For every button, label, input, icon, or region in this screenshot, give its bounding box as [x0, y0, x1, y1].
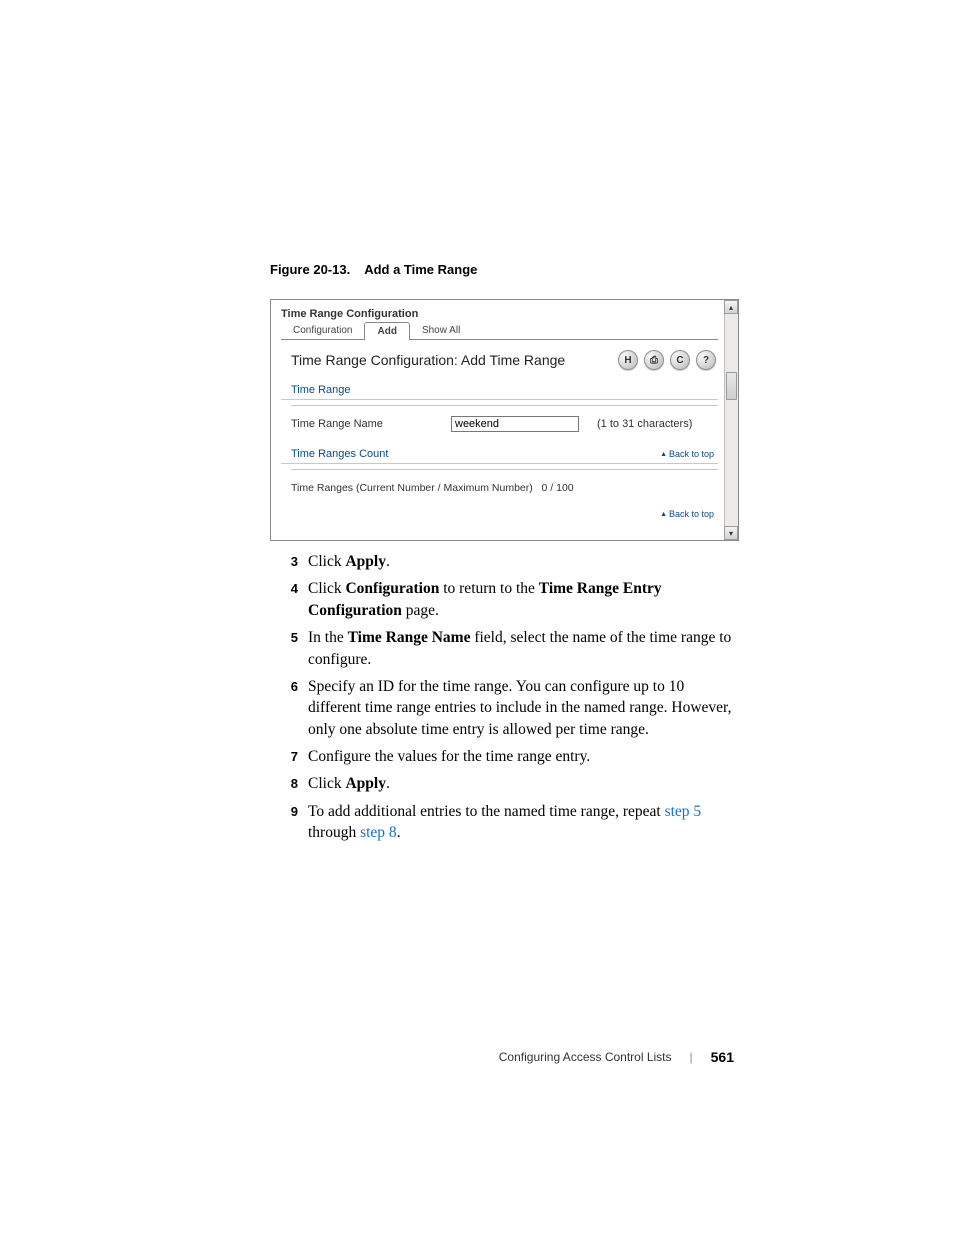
back-to-top-link[interactable]: Back to top [660, 449, 714, 459]
step-8: 8 Click Apply. [270, 773, 734, 794]
tab-show-all[interactable]: Show All [410, 322, 472, 340]
step-4: 4 Click Configuration to return to the T… [270, 578, 734, 621]
panel-title: Time Range Configuration: Add Time Range [291, 352, 565, 368]
section-count: Time Ranges Count [291, 448, 388, 460]
refresh-icon[interactable]: C [670, 350, 690, 370]
save-icon[interactable]: H [618, 350, 638, 370]
step-6: 6 Specify an ID for the time range. You … [270, 676, 734, 740]
webui-screenshot: ▴ ▾ Time Range Configuration Configurati… [270, 299, 739, 541]
print-icon[interactable]: ⎙ [644, 350, 664, 370]
link-step-8[interactable]: step 8 [360, 824, 397, 841]
tab-configuration[interactable]: Configuration [281, 322, 364, 340]
timerange-name-hint: (1 to 31 characters) [597, 418, 692, 430]
footer-page-number: 561 [711, 1049, 734, 1065]
figure-title: Add a Time Range [364, 262, 477, 277]
tab-strip: Configuration Add Show All [281, 322, 718, 340]
step-9: 9 To add additional entries to the named… [270, 801, 734, 844]
link-step-5[interactable]: step 5 [665, 803, 702, 820]
count-value: 0 / 100 [542, 482, 574, 494]
scroll-down-button[interactable]: ▾ [724, 526, 738, 540]
help-icon[interactable]: ? [696, 350, 716, 370]
step-7: 7 Configure the values for the time rang… [270, 746, 734, 767]
figure-label: Figure 20-13. [270, 262, 350, 277]
tab-add[interactable]: Add [364, 322, 409, 340]
footer-chapter: Configuring Access Control Lists [499, 1050, 672, 1064]
step-5: 5 In the Time Range Name field, select t… [270, 627, 734, 670]
section-time-range: Time Range [281, 384, 718, 400]
back-to-top-link-2[interactable]: Back to top [660, 509, 714, 519]
page-header: Time Range Configuration [281, 308, 718, 320]
timerange-name-label: Time Range Name [291, 418, 451, 430]
page-footer: Configuring Access Control Lists | 561 [499, 1049, 734, 1065]
procedure-steps: 3 Click Apply. 4 Click Configuration to … [270, 551, 734, 844]
count-label: Time Ranges (Current Number / Maximum Nu… [291, 482, 533, 494]
figure-caption: Figure 20-13. Add a Time Range [270, 262, 734, 277]
step-3: 3 Click Apply. [270, 551, 734, 572]
timerange-name-input[interactable] [451, 416, 579, 432]
